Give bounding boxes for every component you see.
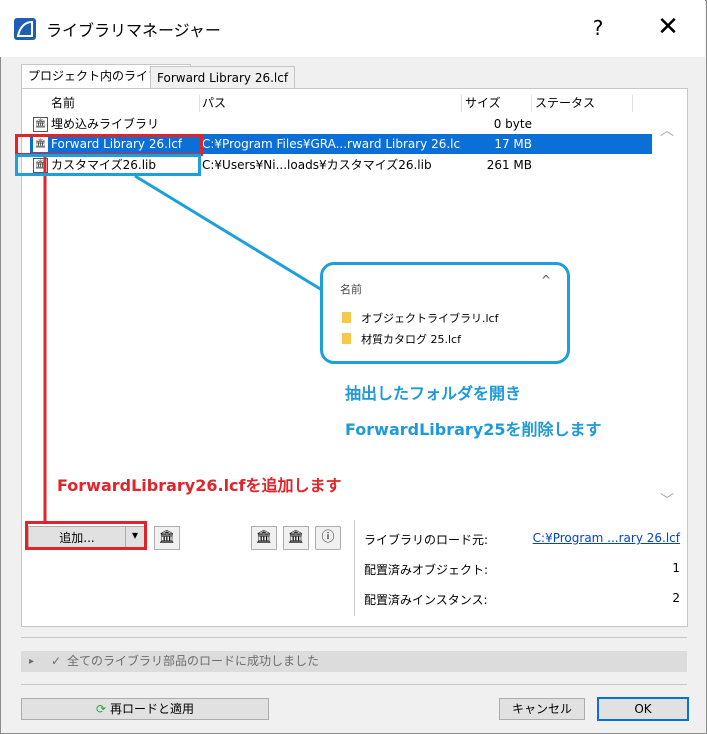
reload-apply-label: 再ロードと適用: [109, 702, 194, 716]
placed-instances-label: 配置済みインスタンス:: [364, 593, 488, 607]
library-info-icon[interactable]: 🏛: [251, 526, 277, 550]
library-reload-icon[interactable]: 🏛: [283, 526, 309, 550]
remove-library-icon[interactable]: 🏛: [154, 526, 180, 550]
placed-objects-value: 1: [672, 561, 680, 575]
expand-arrow-icon[interactable]: ▸: [29, 651, 34, 672]
annotation-overlay: [43, 155, 323, 523]
load-source-label: ライブラリのロード元:: [364, 533, 489, 547]
load-source-link[interactable]: C:¥Program ...rary 26.lcf: [520, 531, 680, 545]
highlight-add-button: [25, 521, 147, 550]
check-icon: ✓: [51, 654, 62, 668]
reload-apply-button[interactable]: ⟳ 再ロードと適用: [21, 698, 269, 720]
divider: [21, 684, 687, 685]
placed-instances-value: 2: [672, 591, 680, 605]
refresh-icon: ⟳: [96, 702, 107, 716]
annotation-add-library: ForwardLibrary26.lcfを追加します: [57, 476, 342, 495]
cancel-button[interactable]: キャンセル: [499, 698, 585, 720]
highlight-forward-library-row: [15, 134, 203, 156]
placed-objects-label: 配置済みオブジェクト:: [364, 563, 489, 577]
divider: [21, 637, 687, 638]
annotation-open-folder: 抽出したフォルダを開き: [345, 384, 522, 403]
annotation-delete-library: ForwardLibrary25を削除します: [345, 420, 602, 439]
ok-button[interactable]: OK: [597, 697, 689, 721]
info-icon[interactable]: ⓘ: [315, 526, 341, 550]
info-divider: [354, 520, 355, 616]
highlight-customize-row: [15, 154, 201, 176]
status-message: 全てのライブラリ部品のロードに成功しました: [67, 654, 320, 668]
status-bar[interactable]: ▸ ✓ 全てのライブラリ部品のロードに成功しました: [21, 651, 687, 672]
